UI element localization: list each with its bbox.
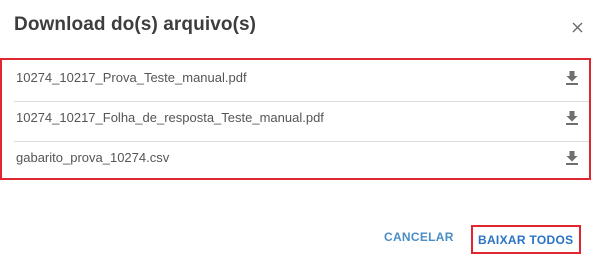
dialog-title: Download do(s) arquivo(s) (14, 14, 257, 35)
close-icon (572, 22, 583, 33)
file-list: 10274_10217_Prova_Teste_manual.pdf 10274… (0, 58, 591, 180)
download-icon[interactable] (565, 70, 579, 86)
download-icon[interactable] (565, 150, 579, 166)
file-name: 10274_10217_Prova_Teste_manual.pdf (16, 70, 247, 85)
file-name: 10274_10217_Folha_de_resposta_Teste_manu… (16, 110, 324, 125)
download-icon[interactable] (565, 110, 579, 126)
cancel-button[interactable]: CANCELAR (384, 230, 454, 244)
close-button[interactable] (568, 17, 588, 37)
file-row[interactable]: 10274_10217_Folha_de_resposta_Teste_manu… (14, 100, 589, 142)
download-all-button[interactable]: BAIXAR TODOS (471, 225, 581, 254)
file-name: gabarito_prova_10274.csv (16, 150, 170, 165)
file-row[interactable]: 10274_10217_Prova_Teste_manual.pdf (14, 60, 589, 102)
download-dialog: Download do(s) arquivo(s) 10274_10217_Pr… (0, 0, 596, 263)
download-all-label: BAIXAR TODOS (478, 233, 574, 247)
file-row[interactable]: gabarito_prova_10274.csv (14, 140, 589, 182)
